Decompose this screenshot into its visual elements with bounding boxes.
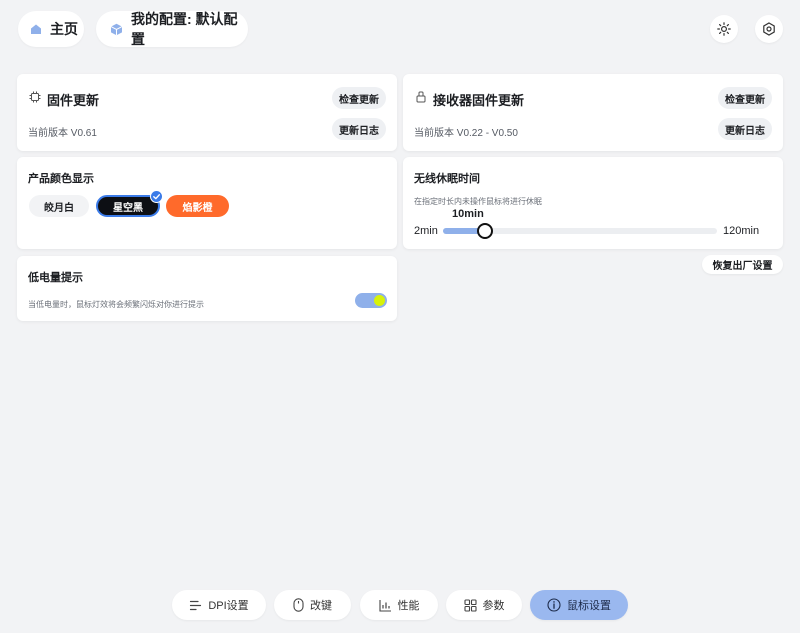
sun-icon <box>717 22 731 36</box>
sleep-slider-track[interactable] <box>443 223 717 239</box>
low-battery-toggle[interactable] <box>355 293 387 308</box>
nav-parameters[interactable]: 参数 <box>446 590 522 620</box>
receiver-firmware-version: 当前版本 V0.22 - V0.50 <box>414 128 518 139</box>
low-battery-title: 低电量提示 <box>28 272 83 284</box>
firmware-version: 当前版本 V0.61 <box>28 128 97 139</box>
sleep-value-label: 10min <box>452 208 484 220</box>
home-icon <box>30 23 42 35</box>
home-button[interactable]: 主页 <box>18 11 84 47</box>
firmware-title: 固件更新 <box>47 93 100 108</box>
config-label: 我的配置: 默认配置 <box>131 11 238 47</box>
selected-check-icon <box>150 190 163 203</box>
product-color-card: 产品颜色显示 皎月白 星空黑 焰影橙 <box>17 157 397 249</box>
color-option-white[interactable]: 皎月白 <box>29 195 89 217</box>
color-option-label: 星空黑 <box>113 202 143 214</box>
color-option-orange[interactable]: 焰影橙 <box>166 195 229 217</box>
receiver-firmware-card: 接收器固件更新 当前版本 V0.22 - V0.50 检查更新 更新日志 <box>403 74 783 151</box>
wireless-sleep-hint: 在指定时长内未操作鼠标将进行休眠 <box>414 197 542 206</box>
dpi-lines-icon <box>189 599 202 612</box>
receiver-icon <box>415 91 427 103</box>
firmware-update-card: 固件更新 当前版本 V0.61 检查更新 更新日志 <box>17 74 397 151</box>
chart-icon <box>378 599 392 612</box>
cube-icon <box>110 23 123 36</box>
home-label: 主页 <box>50 21 78 37</box>
theme-toggle-button[interactable] <box>710 15 738 43</box>
toggle-knob <box>374 295 385 306</box>
config-selector[interactable]: 我的配置: 默认配置 <box>96 11 248 47</box>
nav-remap-label: 改键 <box>310 600 332 612</box>
mouse-icon <box>293 598 304 612</box>
nav-parameters-label: 参数 <box>482 600 505 612</box>
grid-icon <box>463 598 477 612</box>
factory-reset-button[interactable]: 恢复出厂设置 <box>702 255 783 274</box>
nav-performance[interactable]: 性能 <box>360 590 438 620</box>
firmware-check-update-button[interactable]: 检查更新 <box>332 87 386 109</box>
firmware-changelog-button[interactable]: 更新日志 <box>332 118 386 140</box>
color-option-label: 皎月白 <box>44 202 74 214</box>
wireless-sleep-card: 无线休眠时间 在指定时长内未操作鼠标将进行休眠 10min 2min 120mi… <box>403 157 783 249</box>
nav-mouse-settings-label: 鼠标设置 <box>567 600 611 612</box>
low-battery-card: 低电量提示 当低电量时，鼠标灯效将会频繁闪烁对你进行提示 <box>17 256 397 321</box>
receiver-check-update-button[interactable]: 检查更新 <box>718 87 772 109</box>
sleep-min-label: 2min <box>414 225 438 237</box>
wireless-sleep-title: 无线休眠时间 <box>414 173 480 185</box>
sleep-max-label: 120min <box>723 225 760 237</box>
chip-icon <box>29 91 41 103</box>
color-option-label: 焰影橙 <box>182 202 213 214</box>
receiver-firmware-title: 接收器固件更新 <box>433 93 525 108</box>
info-icon <box>547 598 561 612</box>
receiver-changelog-button[interactable]: 更新日志 <box>718 118 772 140</box>
sleep-slider-handle[interactable] <box>476 223 493 239</box>
nav-performance-label: 性能 <box>397 600 420 612</box>
nav-dpi-settings[interactable]: DPI设置 <box>172 590 266 620</box>
nav-dpi-label: DPI设置 <box>208 600 249 612</box>
hex-gear-icon <box>762 22 776 36</box>
low-battery-hint: 当低电量时，鼠标灯效将会频繁闪烁对你进行提示 <box>28 300 204 309</box>
nav-remap[interactable]: 改键 <box>274 590 351 620</box>
product-color-title: 产品颜色显示 <box>28 173 94 185</box>
settings-button[interactable] <box>755 15 783 43</box>
nav-mouse-settings[interactable]: 鼠标设置 <box>530 590 628 620</box>
